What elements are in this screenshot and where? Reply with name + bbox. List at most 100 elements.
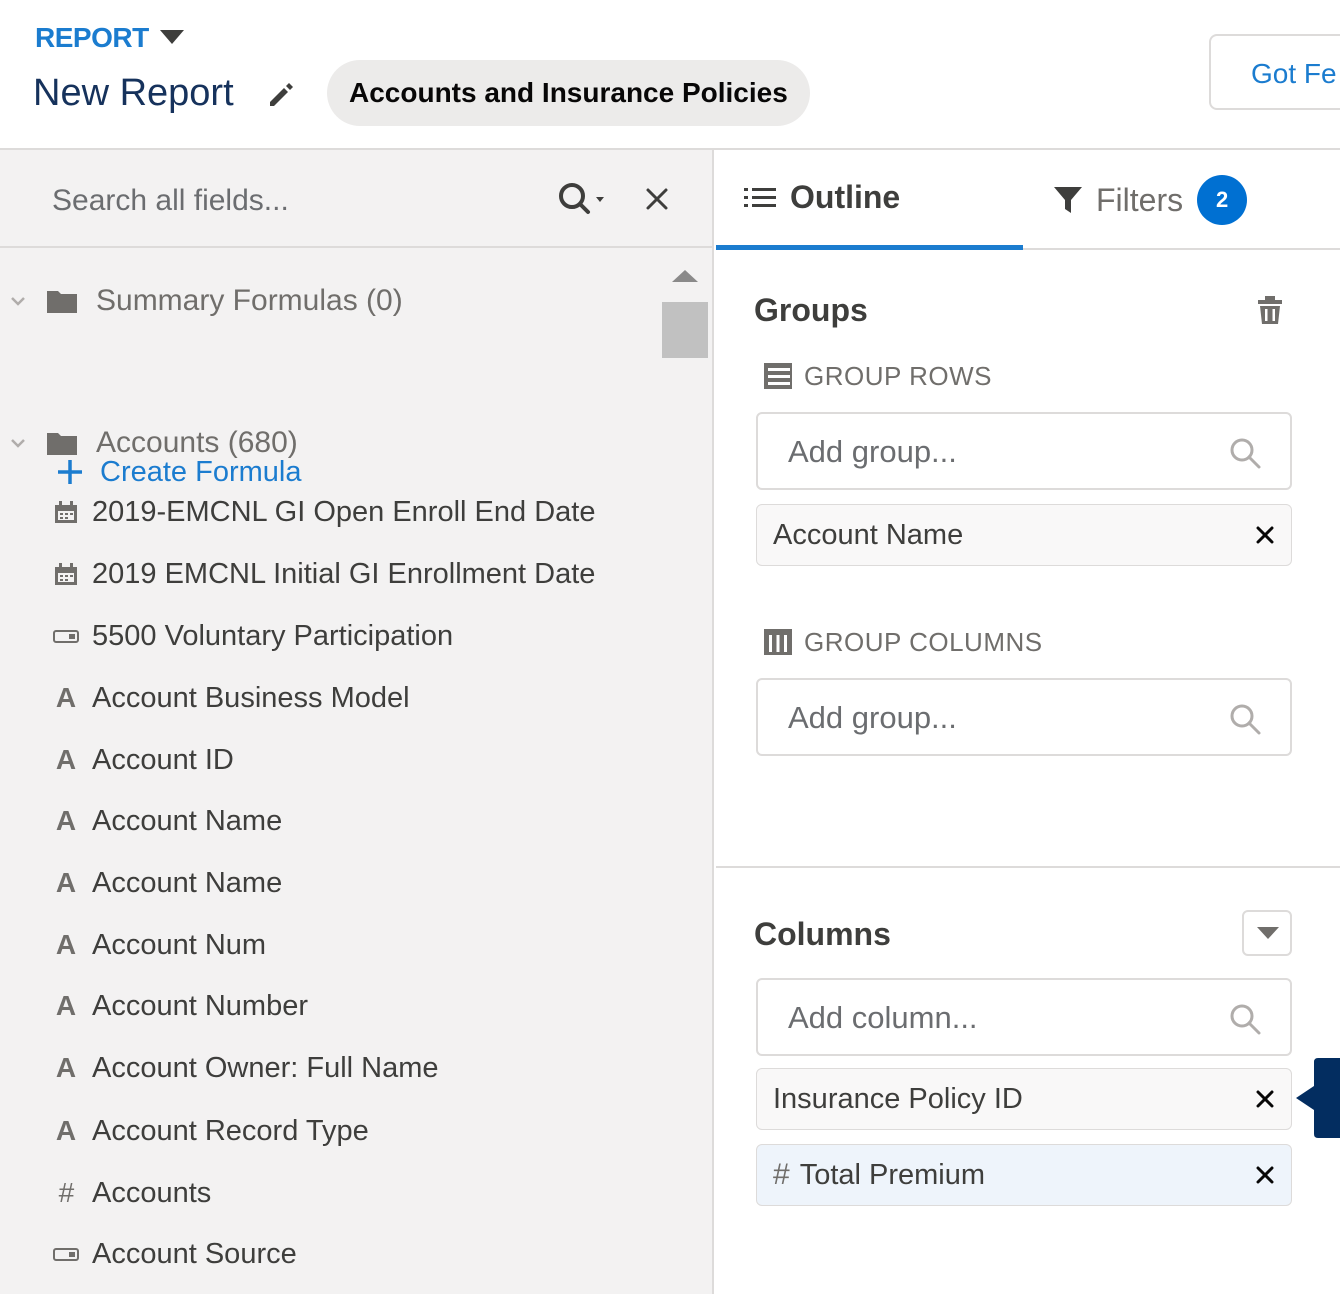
field-label: 2019 EMCNL Initial GI Enrollment Date [92, 557, 596, 590]
group-rows-label: GROUP ROWS [762, 358, 992, 394]
text-icon: A [55, 744, 77, 775]
field-item[interactable]: 5500 Voluntary Participation [52, 612, 453, 660]
remove-icon[interactable] [1253, 1163, 1277, 1187]
field-item[interactable]: A Account Name [52, 859, 282, 907]
text-icon: A [55, 682, 77, 713]
field-list-scrollbar[interactable] [658, 250, 712, 1294]
tab-filters[interactable]: Filters 2 [1052, 150, 1302, 250]
field-label: Account ID [92, 743, 234, 776]
columns-placeholder: Add column... [788, 1000, 978, 1035]
text-icon: A [55, 805, 77, 836]
field-item[interactable]: Account Source [52, 1230, 297, 1278]
panel-collapse-handle-icon[interactable] [1294, 1058, 1340, 1138]
search-icon [1230, 704, 1261, 735]
search-icon [1230, 1004, 1261, 1035]
text-icon: A [55, 1115, 77, 1146]
picklist-icon [53, 630, 79, 643]
group-rows-placeholder: Add group... [788, 434, 957, 469]
field-label: Account Name [92, 866, 283, 899]
groups-title: Groups [754, 292, 868, 328]
field-item[interactable]: # Accounts [52, 1169, 211, 1217]
number-icon: # [773, 1158, 790, 1191]
report-name: New Report [33, 72, 234, 114]
folder-summary-formulas[interactable]: Summary Formulas (0) [0, 276, 640, 326]
remove-icon[interactable] [1253, 523, 1277, 547]
field-search-bar: Search all fields... [0, 150, 712, 248]
columns-icon [764, 629, 792, 655]
picklist-icon [53, 1248, 79, 1261]
column-chip-label: Insurance Policy ID [773, 1082, 1023, 1115]
field-label: Account Owner: Full Name [92, 1051, 439, 1084]
report-object-label[interactable]: REPORT [35, 22, 149, 54]
group-columns-placeholder: Add group... [788, 700, 957, 735]
panel-tabs: Outline Filters 2 [716, 150, 1340, 250]
field-label: Accounts [92, 1176, 212, 1209]
text-icon: A [55, 929, 77, 960]
field-item[interactable]: A Account Record Type [52, 1107, 369, 1155]
tab-outline-label: Outline [790, 179, 901, 215]
field-item[interactable]: A Account Number [52, 982, 308, 1030]
field-item[interactable]: A Account ID [52, 736, 234, 784]
field-label: Account Num [92, 928, 267, 961]
pencil-icon[interactable] [264, 78, 296, 110]
outline-panel: Outline Filters 2 Groups GROUP ROWS Add … [716, 150, 1340, 1294]
field-label: 5500 Voluntary Participation [92, 619, 454, 652]
group-row-chip[interactable]: Account Name [756, 504, 1292, 566]
clear-search-icon[interactable] [642, 184, 672, 214]
report-header: REPORT New Report Accounts and Insurance… [0, 0, 1340, 150]
rows-icon [764, 363, 792, 389]
column-chip-label: Total Premium [799, 1158, 986, 1191]
group-rows-search-input[interactable]: Add group... [756, 412, 1292, 490]
report-type-badge: Accounts and Insurance Policies [327, 60, 810, 126]
text-icon: A [55, 990, 77, 1021]
folder-label: Summary Formulas (0) [96, 284, 403, 317]
group-row-chip-label: Account Name [773, 518, 964, 551]
filters-count-badge: 2 [1197, 175, 1248, 225]
report-menu-caret-icon[interactable] [160, 30, 184, 44]
section-divider [716, 866, 1340, 868]
columns-menu-button[interactable] [1242, 910, 1292, 956]
field-item[interactable]: A Account Business Model [52, 674, 410, 722]
field-item[interactable]: A Account Name [52, 797, 282, 845]
group-columns-label-text: GROUP COLUMNS [804, 626, 1043, 657]
field-search-input[interactable]: Search all fields... [52, 184, 289, 218]
search-options-icon[interactable] [556, 180, 608, 220]
group-rows-label-text: GROUP ROWS [804, 360, 992, 391]
chevron-down-icon[interactable] [10, 296, 26, 306]
field-label: Account Name [92, 804, 283, 837]
tab-filters-label: Filters [1096, 181, 1184, 218]
text-icon: A [55, 867, 77, 898]
folder-accounts[interactable]: Accounts (680) [0, 418, 640, 468]
column-chip[interactable]: Insurance Policy ID [756, 1068, 1292, 1130]
fields-panel: Search all fields... Summary Formulas (0… [0, 150, 714, 1294]
scroll-up-arrow-icon[interactable] [672, 270, 698, 282]
field-label: Account Business Model [92, 681, 410, 714]
remove-icon[interactable] [1253, 1087, 1277, 1111]
list-icon [744, 187, 776, 207]
columns-title: Columns [754, 916, 891, 952]
trash-icon[interactable] [1256, 294, 1284, 326]
group-columns-label: GROUP COLUMNS [762, 624, 1043, 660]
tab-outline[interactable]: Outline [716, 150, 1023, 250]
folder-icon [47, 433, 77, 455]
field-item[interactable]: 2019-EMCNL GI Open Enroll End Date [52, 488, 595, 536]
folder-icon [47, 291, 77, 313]
calendar-icon [55, 563, 77, 585]
group-columns-search-input[interactable]: Add group... [756, 678, 1292, 756]
chevron-down-icon [1257, 927, 1279, 939]
feedback-button[interactable]: Got Fe [1209, 34, 1340, 110]
folder-label: Accounts (680) [96, 426, 298, 459]
field-list: Summary Formulas (0) Create Formula Acco… [0, 250, 656, 1294]
field-item[interactable]: A Account Num [52, 921, 266, 969]
chevron-down-icon[interactable] [10, 438, 26, 448]
search-icon [1230, 438, 1261, 469]
number-icon: # [58, 1177, 74, 1208]
columns-search-input[interactable]: Add column... [756, 978, 1292, 1056]
field-item[interactable]: A Account Owner: Full Name [52, 1044, 439, 1092]
field-label: Account Record Type [92, 1114, 369, 1147]
field-item[interactable]: 2019 EMCNL Initial GI Enrollment Date [52, 550, 595, 598]
field-label: Account Number [92, 989, 308, 1022]
scroll-thumb[interactable] [662, 302, 708, 358]
calendar-icon [55, 501, 77, 523]
column-chip[interactable]: # Total Premium [756, 1144, 1292, 1206]
